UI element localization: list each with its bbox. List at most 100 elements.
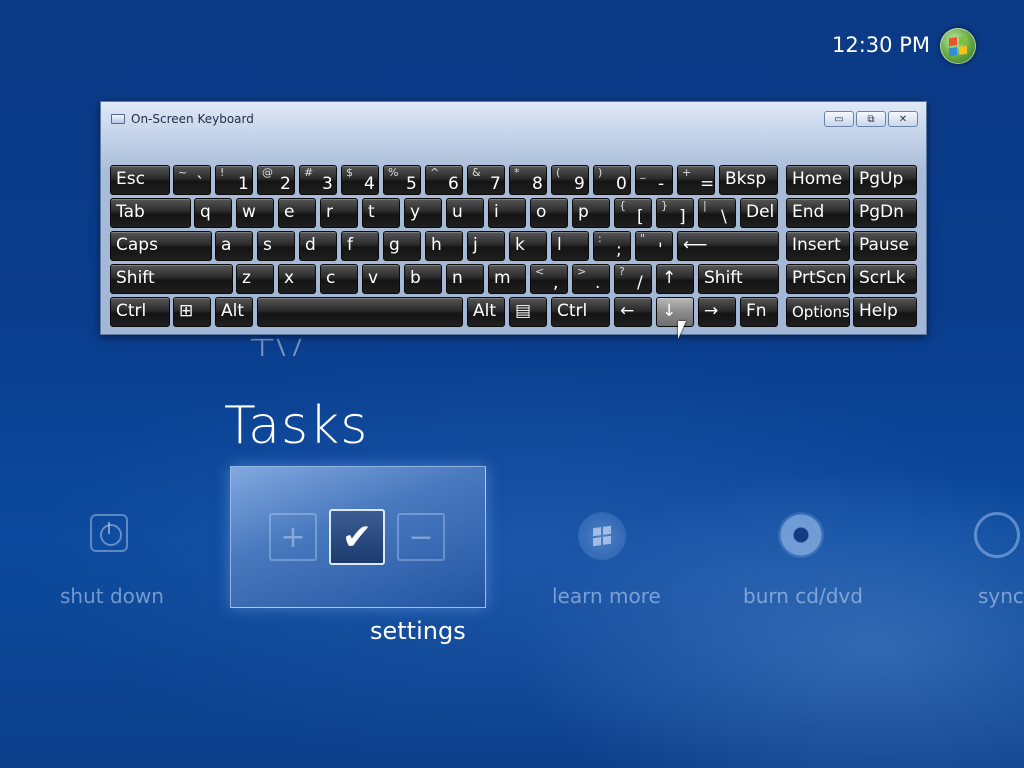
key-symbol[interactable]: <,	[530, 264, 568, 294]
key-label: Fn	[746, 301, 767, 321]
key-right-alt[interactable]: Alt	[467, 297, 505, 327]
key-digit-11[interactable]: ) 0	[593, 165, 631, 195]
key-symbol[interactable]: " '	[635, 231, 673, 261]
window-titlebar[interactable]: On-Screen Keyboard	[111, 112, 254, 126]
key-e[interactable]: e	[278, 198, 316, 228]
key-end[interactable]: End	[786, 198, 850, 228]
disc-icon[interactable]	[778, 512, 824, 558]
key-menu[interactable]: ▤	[509, 297, 547, 327]
key-digit-7[interactable]: ^ 6	[425, 165, 463, 195]
key-symbol[interactable]: {[	[614, 198, 652, 228]
key-digit-12[interactable]: _ -	[635, 165, 673, 195]
key-symbol[interactable]: >.	[572, 264, 610, 294]
sync-label[interactable]: sync	[978, 584, 1024, 608]
key-a[interactable]: a	[215, 231, 253, 261]
key-digit-1[interactable]: ~ `	[173, 165, 211, 195]
key-g[interactable]: g	[383, 231, 421, 261]
key-symbol[interactable]: ? /	[614, 264, 652, 294]
key-label: ⟵	[683, 235, 708, 255]
key-pgdn[interactable]: PgDn	[853, 198, 917, 228]
key-enter[interactable]: ⟵	[677, 231, 779, 261]
caption-buttons: ▭ ⧉ ✕	[824, 111, 918, 127]
key-home[interactable]: Home	[786, 165, 850, 195]
key-b[interactable]: b	[404, 264, 442, 294]
key-shift-label: }	[661, 199, 668, 212]
key-right-ctrl[interactable]: Ctrl	[551, 297, 610, 327]
key-left-alt[interactable]: Alt	[215, 297, 253, 327]
shut-down-label[interactable]: shut down	[60, 584, 164, 608]
key-shift-label: )	[598, 166, 603, 179]
burn-cd-dvd-label[interactable]: burn cd/dvd	[743, 584, 863, 608]
key-p[interactable]: p	[572, 198, 610, 228]
key-esc[interactable]: Esc	[110, 165, 170, 195]
minimize-button[interactable]: ▭	[824, 111, 854, 127]
key-digit-4[interactable]: #3	[299, 165, 337, 195]
key-l[interactable]: l	[551, 231, 589, 261]
key-left-shift[interactable]: Shift	[110, 264, 233, 294]
key-t[interactable]: t	[362, 198, 400, 228]
key-i[interactable]: i	[488, 198, 526, 228]
key-digit-9[interactable]: * 8	[509, 165, 547, 195]
key-prtscn[interactable]: PrtScn	[786, 264, 850, 294]
key-fn[interactable]: Fn	[740, 297, 778, 327]
key-tab[interactable]: Tab	[110, 198, 191, 228]
key-pause[interactable]: Pause	[853, 231, 917, 261]
key-left-ctrl[interactable]: Ctrl	[110, 297, 170, 327]
windows-start-orb-icon[interactable]	[940, 28, 976, 64]
settings-label[interactable]: settings	[370, 617, 466, 645]
settings-tile[interactable]: + ✔ −	[230, 466, 486, 608]
key-options[interactable]: Options	[786, 297, 850, 327]
key-help[interactable]: Help	[853, 297, 917, 327]
key-m[interactable]: m	[488, 264, 526, 294]
key-w[interactable]: w	[236, 198, 274, 228]
key-o[interactable]: o	[530, 198, 568, 228]
key-up-arrow[interactable]: ↑	[656, 264, 694, 294]
key-left-arrow[interactable]: ←	[614, 297, 652, 327]
key-n[interactable]: n	[446, 264, 484, 294]
key-delete[interactable]: Del	[740, 198, 778, 228]
key-symbol[interactable]: | \	[698, 198, 736, 228]
key-q[interactable]: q	[194, 198, 232, 228]
windows-logo-icon[interactable]	[578, 512, 626, 560]
close-button[interactable]: ✕	[888, 111, 918, 127]
key-right-shift[interactable]: Shift	[698, 264, 779, 294]
key-digit-10[interactable]: (9	[551, 165, 589, 195]
key-z[interactable]: z	[236, 264, 274, 294]
key-shift-label: >	[577, 265, 587, 278]
sync-icon[interactable]	[974, 512, 1020, 558]
key-label: Insert	[792, 235, 841, 255]
key-label: o	[536, 202, 547, 222]
key-digit-13[interactable]: + =	[677, 165, 715, 195]
key-c[interactable]: c	[320, 264, 358, 294]
key-x[interactable]: x	[278, 264, 316, 294]
key-f[interactable]: f	[341, 231, 379, 261]
key-digit-2[interactable]: ! 1	[215, 165, 253, 195]
key-h[interactable]: h	[425, 231, 463, 261]
key-symbol[interactable]: :;	[593, 231, 631, 261]
key-digit-8[interactable]: & 7	[467, 165, 505, 195]
key-space[interactable]	[257, 297, 463, 327]
key-j[interactable]: j	[467, 231, 505, 261]
key-insert[interactable]: Insert	[786, 231, 850, 261]
power-icon[interactable]	[90, 514, 128, 552]
key-u[interactable]: u	[446, 198, 484, 228]
key-k[interactable]: k	[509, 231, 547, 261]
key-right-arrow[interactable]: →	[698, 297, 736, 327]
key-caps-lock[interactable]: Caps	[110, 231, 212, 261]
restore-button[interactable]: ⧉	[856, 111, 886, 127]
key-y[interactable]: y	[404, 198, 442, 228]
key-down-arrow[interactable]: ↓	[656, 297, 694, 327]
key-digit-6[interactable]: % 5	[383, 165, 421, 195]
key-digit-5[interactable]: $4	[341, 165, 379, 195]
key-digit-3[interactable]: @2	[257, 165, 295, 195]
key-s[interactable]: s	[257, 231, 295, 261]
key-d[interactable]: d	[299, 231, 337, 261]
key-symbol[interactable]: }]	[656, 198, 694, 228]
learn-more-label[interactable]: learn more	[552, 584, 661, 608]
key-backspace[interactable]: Bksp	[719, 165, 778, 195]
key-windows[interactable]: ⊞	[173, 297, 211, 327]
key-scrlk[interactable]: ScrLk	[853, 264, 917, 294]
key-pgup[interactable]: PgUp	[853, 165, 917, 195]
key-r[interactable]: r	[320, 198, 358, 228]
key-v[interactable]: v	[362, 264, 400, 294]
